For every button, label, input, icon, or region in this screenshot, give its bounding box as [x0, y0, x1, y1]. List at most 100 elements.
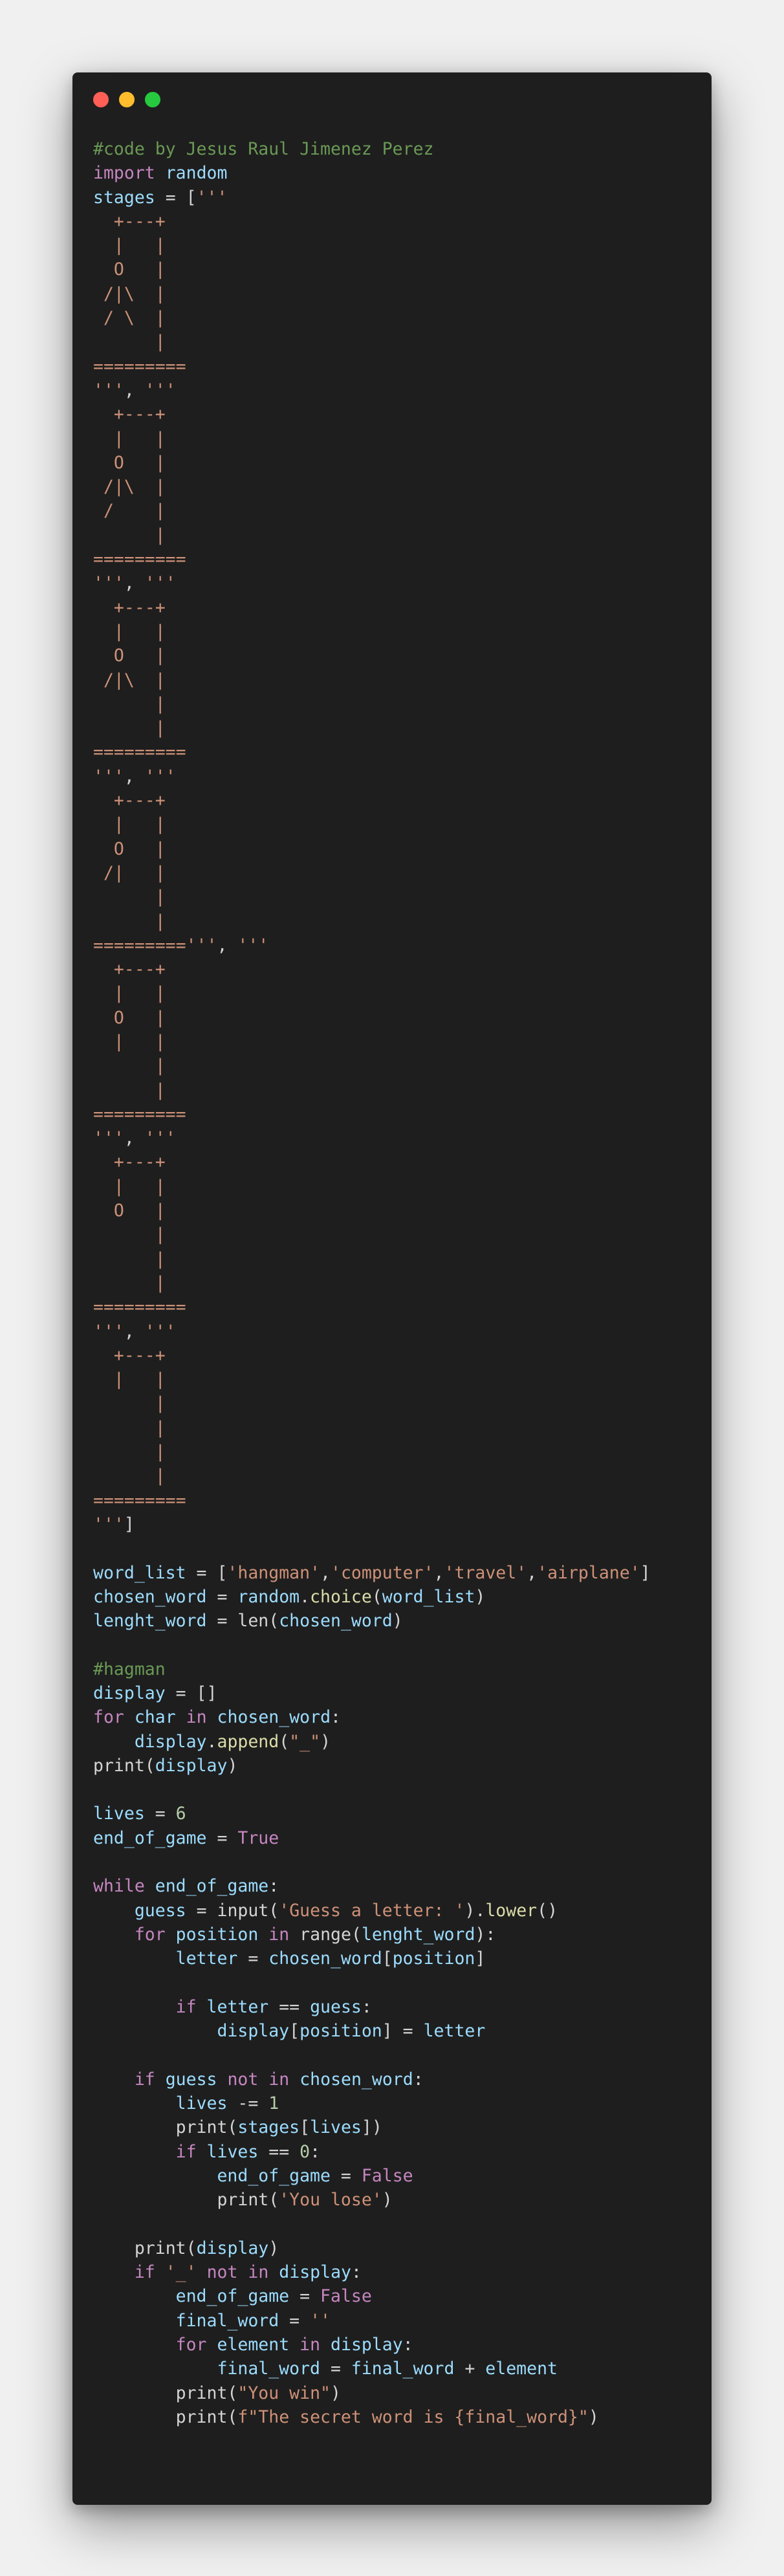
- code-token: for: [175, 2335, 207, 2355]
- code-line: ''', ''': [93, 378, 651, 402]
- code-line: |: [93, 910, 651, 933]
- code-token: position: [299, 2021, 382, 2042]
- code-line: O |: [93, 257, 651, 281]
- code-line: /|\ |: [93, 475, 651, 499]
- code-token: random: [237, 1586, 300, 1607]
- code-token: display: [279, 2262, 351, 2283]
- code-token: |: [93, 1272, 166, 1293]
- code-token: |: [93, 332, 166, 353]
- code-token: =========: [93, 356, 186, 377]
- code-token: :: [331, 1707, 341, 1728]
- code-token: char: [134, 1707, 176, 1728]
- code-line: if letter == guess:: [93, 1995, 651, 2019]
- code-token: in: [299, 2335, 321, 2355]
- code-token: /|\ |: [93, 283, 166, 304]
- code-token: (: [227, 2117, 238, 2138]
- code-token: +---+: [93, 404, 166, 425]
- minimize-button[interactable]: [119, 92, 135, 107]
- code-line: #hagman: [93, 1657, 651, 1681]
- code-token: 0: [299, 2141, 310, 2162]
- code-line: O |: [93, 1006, 651, 1030]
- close-button[interactable]: [93, 92, 109, 107]
- code-line: | |: [93, 234, 651, 257]
- code-line: end_of_game = True: [93, 1826, 651, 1850]
- code-token: / \ |: [93, 308, 166, 329]
- code-token: ''': [93, 573, 124, 594]
- code-token: while: [93, 1876, 145, 1897]
- code-token: letter: [423, 2021, 486, 2042]
- code-line: /|\ |: [93, 282, 651, 306]
- code-token: O |: [93, 1201, 166, 1221]
- code-token: display: [196, 2238, 269, 2258]
- code-token: .: [299, 1586, 310, 1607]
- code-line: |: [93, 1392, 651, 1415]
- code-line: =========: [93, 1102, 651, 1126]
- code-line: print('You lose'): [93, 2188, 651, 2212]
- code-token: ''': [144, 380, 176, 400]
- code-token: ,: [124, 1321, 145, 1342]
- code-token: stages: [237, 2117, 300, 2138]
- code-token: ]: [124, 1514, 135, 1534]
- code-line: | |: [93, 1175, 651, 1199]
- code-token: display: [134, 1731, 207, 1752]
- code-token: (: [351, 1924, 362, 1945]
- code-token: | |: [93, 814, 166, 835]
- code-line: #code by Jesus Raul Jimenez Perez: [93, 137, 651, 161]
- code-token: | |: [93, 621, 166, 642]
- code-line: print(stages[lives]): [93, 2115, 651, 2139]
- code-line: |: [93, 1054, 651, 1078]
- code-line: | |: [93, 427, 651, 451]
- code-token: ,: [527, 1562, 538, 1583]
- code-token: (: [371, 1586, 382, 1607]
- code-line: =========: [93, 547, 651, 571]
- code-token: 'hangman': [227, 1562, 321, 1583]
- code-token: ''': [93, 380, 124, 400]
- code-token: |: [93, 887, 166, 908]
- code-line: | |: [93, 981, 651, 1005]
- code-token: = [: [186, 1562, 228, 1583]
- code-token: |: [93, 525, 166, 545]
- code-line: for char in chosen_word:: [93, 1705, 651, 1729]
- code-token: display: [331, 2335, 403, 2355]
- code-token: +---+: [93, 791, 166, 811]
- code-token: guess: [165, 2069, 217, 2090]
- code-token: 6: [175, 1804, 186, 1824]
- code-token: ,: [124, 766, 145, 787]
- code-line: |: [93, 330, 651, 354]
- code-token: [: [299, 2117, 310, 2138]
- code-line: |: [93, 1078, 651, 1102]
- code-token: for: [134, 1924, 166, 1945]
- code-token: ]: [640, 1562, 651, 1583]
- code-line: |: [93, 1440, 651, 1464]
- code-line: =========: [93, 1295, 651, 1319]
- code-token: letter: [175, 1948, 238, 1969]
- code-token: +: [454, 2359, 486, 2379]
- code-token: |: [93, 1225, 166, 1245]
- code-token: :: [413, 2069, 424, 2090]
- code-token: :: [402, 2335, 413, 2355]
- code-token: print: [175, 2407, 228, 2427]
- code-token: -=: [227, 2093, 269, 2114]
- code-token: ''': [144, 766, 176, 787]
- maximize-button[interactable]: [145, 92, 160, 107]
- code-token: for: [93, 1707, 124, 1728]
- code-token: input: [217, 1900, 269, 1921]
- code-token: :: [310, 2141, 321, 2162]
- code-token: +---+: [93, 211, 166, 232]
- code-token: display: [217, 2021, 290, 2042]
- code-token: position: [175, 1924, 259, 1945]
